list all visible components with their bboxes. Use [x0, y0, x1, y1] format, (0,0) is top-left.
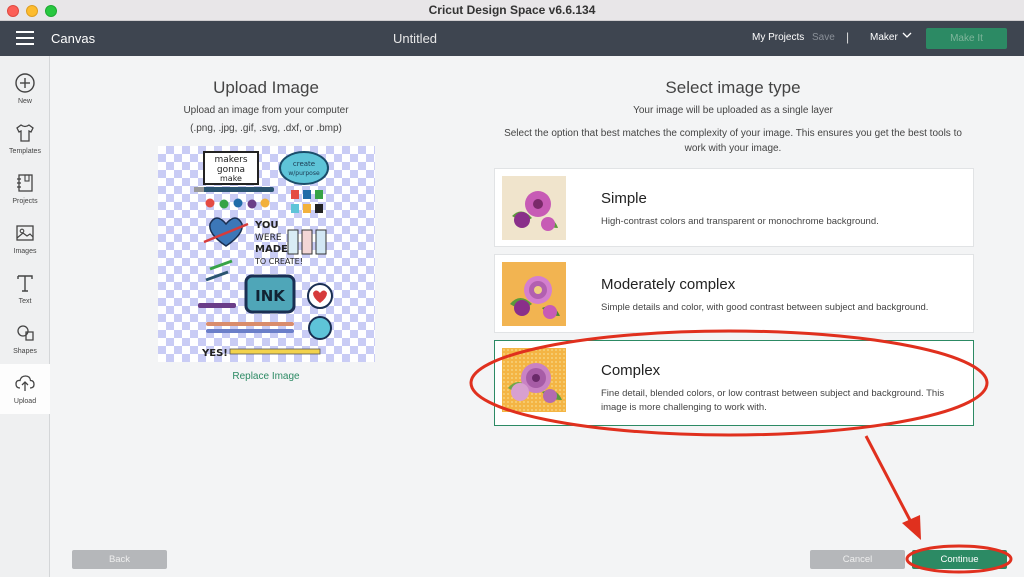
replace-image-link[interactable]: Replace Image — [166, 371, 366, 382]
upload-formats: (.png, .jpg, .gif, .svg, .dxf, or .bmp) — [190, 123, 342, 134]
sidebar-item-label: Upload — [13, 398, 37, 405]
complex-thumbnail — [502, 348, 566, 412]
app-title: Cricut Design Space v6.6.134 — [428, 3, 596, 17]
select-type-subtitle: Your image will be uploaded as a single … — [633, 105, 833, 116]
tshirt-icon — [16, 124, 34, 142]
sticker-text: YES! — [201, 348, 228, 359]
sidebar-item-shapes[interactable]: Shapes — [0, 314, 50, 364]
upload-subtitle: Upload an image from your computer — [183, 105, 349, 116]
sidebar-item-label: Projects — [12, 198, 38, 205]
sticker-text: create — [293, 160, 315, 168]
sidebar-item-label: Shapes — [13, 348, 37, 355]
annotation-arrow-line — [864, 435, 914, 525]
option-description: High-contrast colors and transparent or … — [601, 216, 879, 227]
cloud-upload-icon — [15, 375, 35, 391]
option-description: Fine detail, blended colors, or low cont… — [601, 388, 945, 413]
hamburger-menu-icon[interactable] — [16, 31, 34, 45]
select-type-heading: Select image type — [665, 78, 801, 97]
image-icon — [16, 225, 34, 241]
continue-button[interactable]: Continue — [912, 550, 1007, 569]
sticker-text: makers — [214, 155, 247, 165]
save-button[interactable]: Save — [812, 32, 835, 43]
sidebar-item-text[interactable]: Text — [0, 264, 50, 314]
option-description: Simple details and color, with good cont… — [601, 302, 929, 313]
option-title: Simple — [601, 190, 647, 207]
sidebar-item-label: New — [17, 98, 32, 105]
window-title-bar: Cricut Design Space v6.6.134 — [0, 0, 1024, 21]
sidebar-item-projects[interactable]: Projects — [0, 164, 50, 214]
option-title: Complex — [601, 362, 661, 379]
left-sidebar: New Templates Projects Images Text Shape… — [0, 56, 50, 577]
top-toolbar: Canvas Untitled My Projects Save | Maker… — [0, 21, 1024, 56]
sidebar-item-templates[interactable]: Templates — [0, 114, 50, 164]
document-title[interactable]: Untitled — [380, 31, 450, 46]
moderately-complex-thumbnail — [502, 262, 566, 326]
option-moderately-complex[interactable]: Moderately complex Simple details and co… — [494, 254, 974, 333]
uploaded-image-preview: makers gonna make create w/purpose YOU W… — [158, 146, 375, 362]
chevron-down-icon[interactable] — [902, 30, 912, 40]
back-button[interactable]: Back — [72, 550, 167, 569]
sticker-sheet-artwork: makers gonna make create w/purpose YOU W… — [194, 151, 333, 359]
machine-select[interactable]: Maker — [870, 32, 898, 43]
sticker-text: MADE — [255, 244, 288, 255]
cancel-button[interactable]: Cancel — [810, 550, 905, 569]
sticker-text: make — [220, 174, 242, 183]
option-simple[interactable]: Simple High-contrast colors and transpar… — [494, 168, 974, 247]
shapes-icon — [17, 325, 34, 341]
sidebar-item-new[interactable]: New — [0, 64, 50, 114]
sticker-text: WERE — [255, 233, 282, 243]
my-projects-link[interactable]: My Projects — [752, 32, 804, 43]
sidebar-item-label: Text — [18, 298, 32, 305]
sticker-text: YOU — [254, 220, 279, 231]
sidebar-item-label: Templates — [9, 148, 41, 155]
text-t-icon — [17, 275, 33, 292]
option-title: Moderately complex — [601, 276, 736, 293]
canvas-label: Canvas — [51, 31, 96, 46]
sticker-text: INK — [255, 287, 286, 305]
sidebar-item-label: Images — [13, 248, 37, 255]
toolbar-separator: | — [846, 30, 850, 44]
sticker-text: w/purpose — [288, 170, 320, 177]
option-complex[interactable]: Complex Fine detail, blended colors, or … — [494, 340, 974, 426]
sidebar-item-images[interactable]: Images — [0, 214, 50, 264]
upload-heading: Upload Image — [213, 78, 319, 97]
plus-circle-icon — [15, 73, 35, 93]
sticker-text: TO CREATE! — [254, 257, 303, 266]
sidebar-item-upload[interactable]: Upload — [0, 364, 50, 414]
notebook-icon — [17, 174, 33, 192]
make-it-button[interactable]: Make It — [926, 28, 1007, 49]
simple-thumbnail — [502, 176, 566, 240]
select-type-instructions: Select the option that best matches the … — [504, 128, 962, 154]
